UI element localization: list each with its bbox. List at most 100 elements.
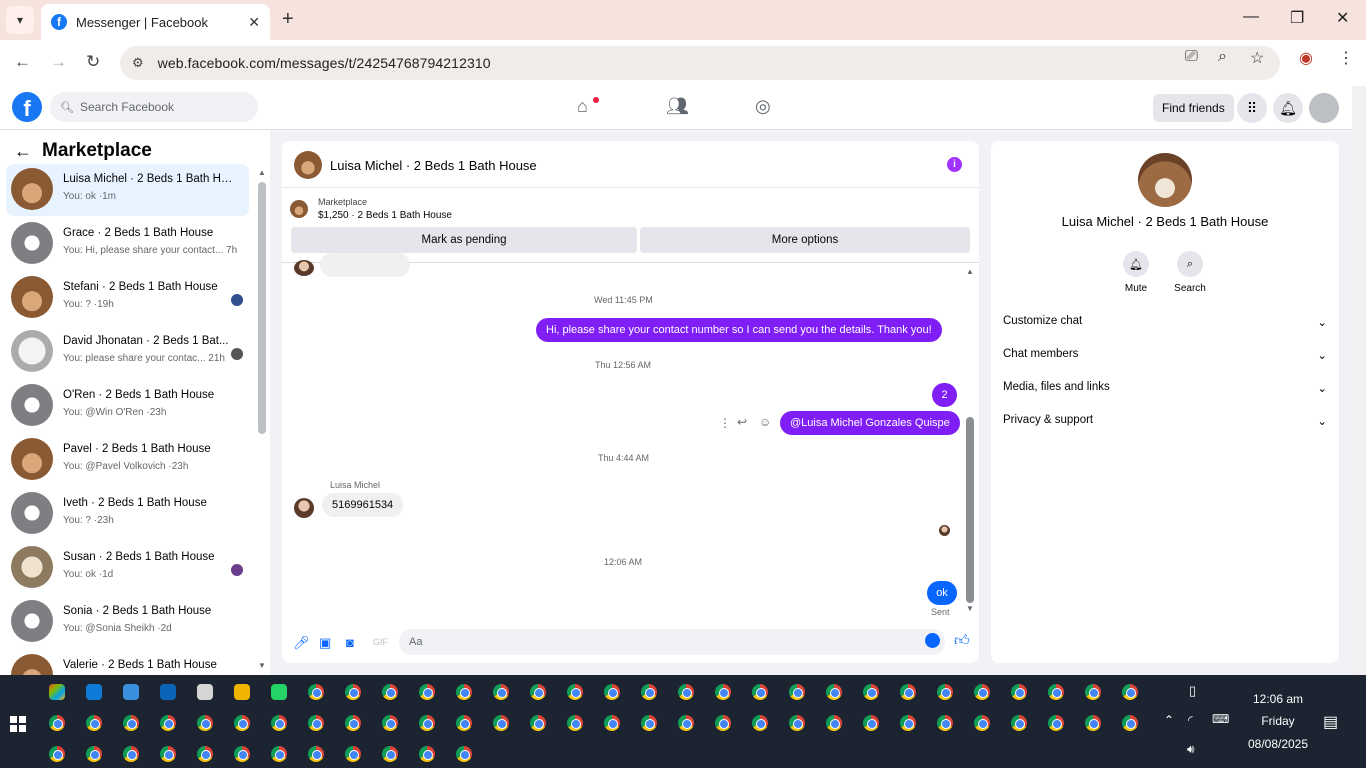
chrome-window-icon[interactable]	[789, 684, 805, 700]
chrome-window-icon[interactable]	[715, 715, 731, 731]
message-input[interactable]: Aa	[399, 629, 945, 655]
account-avatar[interactable]	[1309, 93, 1339, 123]
conversation-item[interactable]: Luisa Michel · 2 Beds 1 Bath Hou... You: …	[6, 164, 249, 216]
bookmark-star-icon[interactable]: ☆	[1250, 48, 1264, 68]
chrome-window-icon[interactable]	[974, 715, 990, 731]
scroll-up-icon[interactable]: ▲	[258, 168, 266, 177]
chrome-window-icon[interactable]	[456, 715, 472, 731]
chat-scroll-up-icon[interactable]: ▲	[966, 267, 974, 276]
conversation-item[interactable]: David Jhonatan · 2 Beds 1 Bat... You: ple…	[6, 326, 249, 378]
sticker-icon[interactable]: ◙	[346, 635, 354, 650]
previous-message-bubble[interactable]	[320, 253, 410, 277]
chrome-window-icon[interactable]	[900, 684, 916, 700]
chrome-window-icon[interactable]	[382, 746, 398, 762]
chrome-window-icon[interactable]	[308, 715, 324, 731]
wifi-icon[interactable]: ◜	[1188, 713, 1193, 727]
chat-scrollbar[interactable]	[966, 417, 974, 603]
scroll-down-icon[interactable]: ▼	[258, 661, 266, 670]
gif-icon[interactable]: GIF	[373, 637, 388, 647]
whatsapp-icon[interactable]	[271, 684, 287, 700]
chrome-window-icon[interactable]	[678, 715, 694, 731]
chrome-window-icon[interactable]	[789, 715, 805, 731]
copilot-icon[interactable]	[49, 684, 65, 700]
chrome-window-icon[interactable]	[530, 684, 546, 700]
chrome-window-icon[interactable]	[493, 715, 509, 731]
microphone-icon[interactable]: 🎤︎	[293, 635, 310, 651]
new-tab-icon[interactable]: +	[282, 8, 294, 31]
chrome-window-icon[interactable]	[937, 715, 953, 731]
chrome-window-icon[interactable]	[641, 715, 657, 731]
listing-avatar[interactable]	[1138, 153, 1192, 207]
conversation-item[interactable]: Susan · 2 Beds 1 Bath House You: ok ·1d	[6, 542, 249, 594]
thumbs-up-icon[interactable]: 👍︎	[954, 632, 970, 650]
conversation-item[interactable]: Pavel · 2 Beds 1 Bath House You: @Pavel V…	[6, 434, 249, 486]
chrome-window-icon[interactable]	[826, 715, 842, 731]
chrome-window-icon[interactable]	[1011, 684, 1027, 700]
photo-icon[interactable]: ▣	[319, 635, 331, 651]
close-tab-icon[interactable]: ✕	[248, 14, 260, 31]
chrome-window-icon[interactable]	[1085, 684, 1101, 700]
chrome-window-icon[interactable]	[382, 684, 398, 700]
privacy-support-row[interactable]: Privacy & support ⌄	[1003, 414, 1327, 428]
volume-icon[interactable]: 🔊︎	[1187, 742, 1195, 757]
back-arrow-icon[interactable]: ←	[14, 141, 32, 162]
sidebar-scrollbar[interactable]	[258, 182, 266, 434]
chrome-window-icon[interactable]	[197, 746, 213, 762]
chrome-window-icon[interactable]	[937, 684, 953, 700]
customize-chat-row[interactable]: Customize chat ⌄	[1003, 315, 1327, 329]
notification-center-icon[interactable]: ▤	[1323, 712, 1338, 732]
search-in-chat-button[interactable]: ⌕ Search	[1170, 251, 1210, 294]
chrome-window-icon[interactable]	[234, 715, 250, 731]
browser-menu-icon[interactable]: ⋮	[1338, 48, 1354, 68]
outgoing-message[interactable]: 2	[932, 383, 957, 407]
chrome-window-icon[interactable]	[49, 715, 65, 731]
page-scrollbar[interactable]	[1352, 86, 1366, 675]
chrome-window-icon[interactable]	[678, 684, 694, 700]
react-icon[interactable]: ☺	[759, 415, 771, 429]
chrome-window-icon[interactable]	[123, 715, 139, 731]
find-friends-button[interactable]: Find friends	[1153, 94, 1234, 122]
home-icon[interactable]: ⌂	[577, 96, 588, 117]
chrome-window-icon[interactable]	[715, 684, 731, 700]
minimize-icon[interactable]: —	[1243, 8, 1259, 26]
chrome-window-icon[interactable]	[604, 684, 620, 700]
chrome-window-icon[interactable]	[345, 715, 361, 731]
chat-scroll-down-icon[interactable]: ▼	[966, 604, 974, 613]
chrome-window-icon[interactable]	[1048, 715, 1064, 731]
chrome-window-icon[interactable]	[271, 715, 287, 731]
chrome-window-icon[interactable]	[49, 746, 65, 762]
tray-chevron-icon[interactable]: ⌃	[1164, 713, 1174, 727]
chrome-window-icon[interactable]	[493, 684, 509, 700]
chrome-window-icon[interactable]	[1122, 715, 1138, 731]
install-app-icon[interactable]: ⎚	[1185, 48, 1198, 66]
tab-search-dropdown[interactable]: ▾	[6, 6, 34, 34]
chrome-window-icon[interactable]	[604, 715, 620, 731]
reply-icon[interactable]: ↩	[737, 415, 747, 429]
chrome-window-icon[interactable]	[160, 746, 176, 762]
chrome-window-icon[interactable]	[382, 715, 398, 731]
chrome-window-icon[interactable]	[752, 715, 768, 731]
chrome-window-icon[interactable]	[1122, 684, 1138, 700]
chrome-window-icon[interactable]	[160, 715, 176, 731]
windows-start-icon[interactable]	[10, 716, 26, 732]
chrome-window-icon[interactable]	[308, 684, 324, 700]
friends-icon[interactable]: 👥︎	[666, 96, 689, 117]
facebook-search-input[interactable]: 🔍︎ Search Facebook	[50, 92, 258, 122]
chat-title[interactable]: Luisa Michel · 2 Beds 1 Bath House	[330, 158, 537, 173]
chrome-window-icon[interactable]	[974, 684, 990, 700]
forward-icon[interactable]: →	[50, 52, 67, 72]
chrome-window-icon[interactable]	[419, 715, 435, 731]
conversation-item[interactable]: Stefani · 2 Beds 1 Bath House You: ? ·19h	[6, 272, 249, 324]
zoom-icon[interactable]: ⌕	[1218, 48, 1227, 66]
chrome-window-icon[interactable]	[900, 715, 916, 731]
chrome-window-icon[interactable]	[567, 684, 583, 700]
omnibox[interactable]: ⚙ web.facebook.com/messages/t/2425476879…	[120, 46, 1280, 80]
chrome-window-icon[interactable]	[234, 746, 250, 762]
chrome-window-icon[interactable]	[123, 746, 139, 762]
profile-icon[interactable]: ◉	[1299, 48, 1313, 68]
facebook-logo-icon[interactable]: f	[12, 92, 42, 122]
chrome-window-icon[interactable]	[456, 746, 472, 762]
browser-tab[interactable]: f Messenger | Facebook ✕	[41, 4, 270, 40]
conversation-item[interactable]: Iveth · 2 Beds 1 Bath House You: ? ·23h	[6, 488, 249, 540]
groups-icon[interactable]: ◎	[755, 96, 771, 117]
